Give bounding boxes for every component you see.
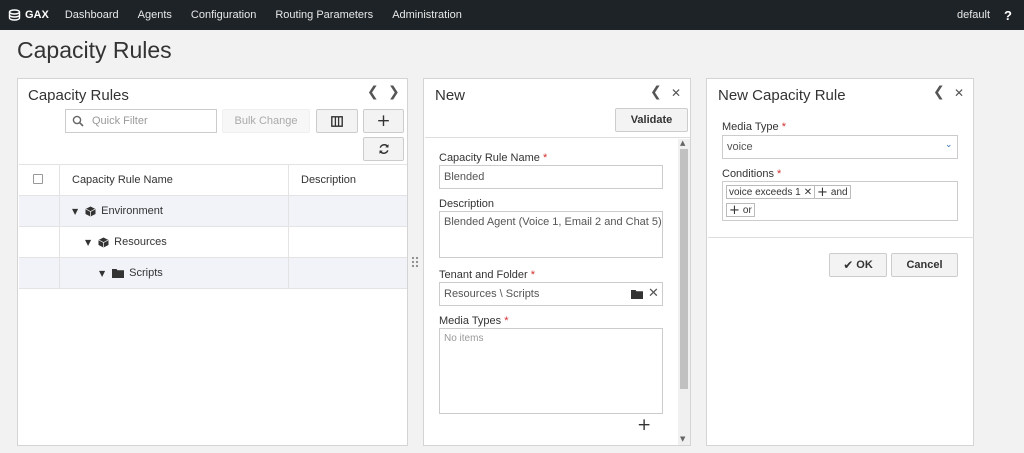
or-label: or [742,204,752,216]
nav-dashboard[interactable]: Dashboard [65,9,119,21]
nav-configuration[interactable]: Configuration [191,9,256,21]
description-textarea[interactable]: Blended Agent (Voice 1, Email 2 and Chat… [439,211,663,258]
new-capacity-rule-panel: New Capacity Rule ❮ ✕ Media Type * voice… [706,78,974,446]
folder-icon[interactable] [631,289,643,299]
divider [708,237,974,238]
media-types-label: Media Types * [439,315,509,327]
validate-button[interactable]: Validate [615,108,688,132]
folder-icon [112,269,125,278]
tree-node-scripts[interactable]: ▼ Scripts [99,258,163,288]
clear-icon[interactable]: ✕ [648,286,659,301]
tree-node-resources[interactable]: ▼ Resources [85,227,167,257]
add-or-condition-button[interactable]: + or [726,202,755,218]
tree-node-label: Resources [114,236,167,248]
plus-icon: + [817,184,828,200]
capacity-rules-panel: Capacity Rules ❮ ❯ Quick Filter Bulk Cha… [17,78,408,446]
tenant-folder-label: Tenant and Folder * [439,269,536,281]
expand-triangle-icon[interactable]: ▼ [72,207,78,216]
column-divider [59,164,60,288]
cube-icon [85,206,96,216]
chevron-left-icon[interactable]: ❮ [650,84,662,100]
conditions-label: Conditions * [722,168,782,180]
close-icon[interactable]: ✕ [671,86,681,100]
nav-routing-parameters[interactable]: Routing Parameters [275,9,373,21]
capacity-rule-name-input[interactable]: Blended [439,165,663,189]
top-nav: GAX Dashboard Agents Configuration Routi… [0,0,1024,30]
scroll-down-icon[interactable]: ▼ [680,435,685,443]
chevron-right-icon[interactable]: ❯ [388,84,400,100]
brand-label: GAX [25,9,49,21]
row-divider [19,288,407,289]
panel-title: New Capacity Rule [718,87,846,104]
remove-condition-icon[interactable]: ✕ [804,187,812,198]
chevron-left-icon[interactable]: ❮ [367,84,379,100]
ok-label: OK [856,259,873,271]
add-button[interactable]: + [363,109,404,133]
cancel-button[interactable]: Cancel [891,253,958,277]
media-types-empty: No items [444,333,484,344]
scrollbar[interactable]: ▲ ▼ [678,139,690,445]
check-icon: ✔ [843,258,854,272]
tenant-folder-input[interactable]: Resources \ Scripts ✕ [439,282,663,306]
column-header-name[interactable]: Capacity Rule Name [72,165,173,195]
expand-triangle-icon[interactable]: ▼ [99,269,105,278]
expand-triangle-icon[interactable]: ▼ [85,238,91,247]
tree-node-label: Scripts [129,267,163,279]
tree-node-environment[interactable]: ▼ Environment [72,196,163,226]
media-type-select[interactable]: voice ⌄ [722,135,958,159]
scrollbar-thumb[interactable] [680,149,688,389]
and-label: and [830,186,848,198]
table-row[interactable] [19,258,407,288]
bulk-change-button[interactable]: Bulk Change [222,109,310,133]
description-label: Description [439,198,495,210]
media-type-value: voice [727,141,753,153]
close-icon[interactable]: ✕ [954,86,964,100]
ok-button[interactable]: ✔ OK [829,253,887,277]
quick-filter-placeholder: Quick Filter [92,115,148,127]
user-menu[interactable]: default [957,9,990,21]
new-panel: New ❮ ✕ Validate Capacity Rule Name * Bl… [423,78,691,446]
quick-filter-input[interactable]: Quick Filter [65,109,217,133]
cube-icon [98,237,109,247]
drag-handle-icon[interactable] [411,256,419,268]
condition-chip[interactable]: voice exceeds 1 ✕ [726,185,816,199]
columns-button[interactable] [316,109,358,133]
refresh-icon [378,144,389,154]
table-row[interactable] [19,227,407,257]
select-all-checkbox[interactable] [33,174,43,184]
database-icon [8,9,21,21]
help-icon[interactable]: ? [1004,8,1012,23]
refresh-button[interactable] [363,137,404,161]
panel-title: Capacity Rules [28,87,129,104]
media-type-label: Media Type * [722,121,787,133]
scroll-up-icon[interactable]: ▲ [680,139,685,147]
columns-icon [331,115,343,127]
tree-node-label: Environment [101,205,163,217]
nav-agents[interactable]: Agents [138,9,172,21]
brand[interactable]: GAX [8,9,49,21]
tenant-folder-value: Resources \ Scripts [444,288,540,300]
column-divider [288,164,289,288]
page-title: Capacity Rules [17,37,172,63]
chevron-down-icon[interactable]: ⌄ [945,140,953,150]
add-and-condition-button[interactable]: + and [814,184,851,200]
add-media-type-icon[interactable]: + [637,415,651,435]
chevron-left-icon[interactable]: ❮ [933,84,945,100]
panel-title: New [435,87,466,104]
search-icon [72,115,84,127]
column-header-description[interactable]: Description [301,165,356,195]
nav-administration[interactable]: Administration [392,9,462,21]
divider [425,137,691,138]
media-types-list[interactable]: No items [439,328,663,414]
name-label: Capacity Rule Name * [439,152,548,164]
plus-icon: + [729,202,740,218]
condition-chip-label: voice exceeds 1 [729,186,801,198]
